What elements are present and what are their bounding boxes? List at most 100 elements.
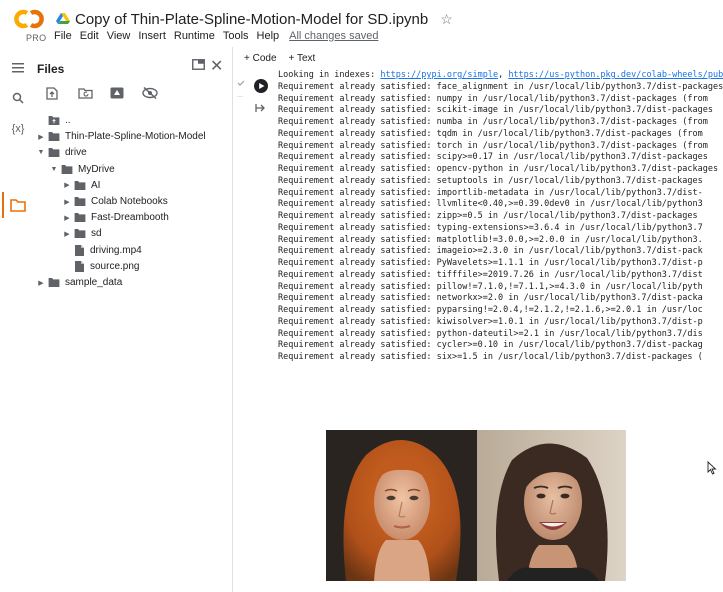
notebook-title[interactable]: Copy of Thin-Plate-Spline-Motion-Model f…	[75, 11, 428, 28]
output-line: Requirement already satisfied: six>=1.5 …	[278, 352, 703, 362]
output-line: Requirement already satisfied: llvmlite<…	[278, 199, 703, 210]
file-tree-item[interactable]: ▶ AI	[62, 178, 100, 193]
output-line: Requirement already satisfied: matplotli…	[278, 234, 703, 245]
toc-icon[interactable]	[7, 57, 29, 79]
variables-icon[interactable]: {x}	[7, 118, 29, 140]
folder-icon	[48, 278, 60, 287]
files-icon[interactable]	[8, 195, 28, 215]
folder-icon	[61, 164, 73, 174]
file-tree-label: driving.mp4	[90, 244, 142, 256]
output-line: Requirement already satisfied: scikit-im…	[278, 105, 713, 116]
source-portrait-image	[326, 430, 477, 581]
file-tree-label: MyDrive	[78, 163, 115, 175]
driving-video-frame-image	[477, 430, 626, 581]
menu-bar: File Edit View Insert Runtime Tools Help…	[54, 30, 386, 42]
output-line: Requirement already satisfied: face_alig…	[278, 81, 723, 92]
active-rail-indicator	[2, 192, 4, 218]
file-tree-item[interactable]: ▶ Fast-Dreambooth	[62, 210, 169, 225]
file-tree-item[interactable]: driving.mp4	[62, 243, 142, 258]
output-line: Requirement already satisfied: scipy>=0.…	[278, 152, 708, 163]
star-icon[interactable]: ☆	[440, 11, 453, 28]
upload-icon[interactable]	[46, 85, 78, 101]
file-tree-item[interactable]: ▼ drive	[36, 145, 87, 160]
open-in-window-icon[interactable]	[192, 59, 205, 70]
add-text-button[interactable]: + Text	[289, 53, 316, 64]
file-tree-item[interactable]: ▼ MyDrive	[49, 162, 115, 177]
cell-gutter: …	[235, 70, 273, 370]
pypi-link[interactable]: https://pypi.org/simple	[380, 70, 498, 80]
close-icon[interactable]: ✕	[210, 56, 223, 76]
output-line: Requirement already satisfied: imageio>=…	[278, 246, 703, 257]
files-panel-title: Files	[37, 62, 65, 76]
svg-text:…: …	[237, 92, 243, 99]
chevron-right-icon[interactable]: ▶	[62, 230, 72, 238]
files-panel: Files ✕ .. ▶ Thin-Plate-Spline-Motion-Mode…	[34, 47, 232, 592]
file-tree-item[interactable]: ▶ sd	[62, 226, 102, 241]
output-line: Requirement already satisfied: tifffile>…	[278, 269, 703, 280]
files-toolbar	[46, 85, 174, 101]
folder-icon	[74, 213, 86, 223]
chevron-right-icon[interactable]: ▶	[36, 133, 46, 141]
save-status-link[interactable]: All changes saved	[289, 30, 378, 42]
colab-wheels-link[interactable]: https://us-python.pkg.dev/colab-wheels/p…	[508, 70, 723, 80]
hide-files-icon[interactable]	[142, 85, 174, 101]
mouse-cursor-icon	[707, 461, 717, 475]
folder-icon	[48, 132, 60, 142]
chevron-down-icon[interactable]: ▼	[49, 166, 59, 173]
file-tree-item[interactable]: ▶ sample_data	[36, 275, 122, 290]
folder-icon	[48, 148, 60, 158]
file-tree-label: sd	[91, 228, 102, 240]
mount-drive-icon[interactable]	[110, 85, 142, 101]
output-actions-icon[interactable]	[255, 102, 267, 114]
folder-icon	[74, 229, 86, 239]
file-tree-item[interactable]: source.png	[62, 259, 139, 274]
output-line: Requirement already satisfied: pillow!=7…	[278, 281, 703, 292]
file-tree-label: Colab Notebooks	[91, 196, 168, 207]
chevron-right-icon[interactable]: ▶	[62, 181, 72, 189]
output-line: Requirement already satisfied: PyWavelet…	[278, 258, 703, 268]
refresh-icon[interactable]	[78, 85, 110, 101]
panel-resizer[interactable]	[232, 47, 233, 592]
search-icon[interactable]	[7, 87, 29, 109]
output-line: Requirement already satisfied: importlib…	[278, 187, 703, 198]
menu-file[interactable]: File	[54, 30, 72, 42]
chevron-right-icon[interactable]: ▶	[62, 214, 72, 222]
menu-help[interactable]: Help	[257, 30, 280, 42]
chevron-right-icon[interactable]: ▶	[36, 279, 46, 287]
output-line: Requirement already satisfied: tqdm in /…	[278, 128, 703, 139]
output-line: Requirement already satisfied: python-da…	[278, 328, 703, 339]
file-tree-item[interactable]: ..	[36, 113, 71, 128]
file-tree-item[interactable]: ▶ Thin-Plate-Spline-Motion-Model	[36, 129, 205, 144]
file-icon	[75, 260, 84, 272]
cell-status-icon: …	[237, 80, 245, 99]
chevron-right-icon[interactable]: ▶	[62, 198, 72, 206]
menu-edit[interactable]: Edit	[80, 30, 99, 42]
chevron-down-icon[interactable]: ▼	[36, 149, 46, 156]
output-line: Requirement already satisfied: pyparsing…	[278, 305, 703, 315]
pro-label: PRO	[26, 33, 47, 43]
colab-logo[interactable]: PRO	[8, 6, 48, 43]
file-tree-item[interactable]: ▶ Colab Notebooks	[62, 194, 168, 209]
menu-insert[interactable]: Insert	[138, 30, 166, 42]
output-line-indexes: Looking in indexes: https://pypi.org/sim…	[278, 70, 723, 82]
google-drive-icon	[56, 13, 70, 24]
output-line: Requirement already satisfied: typing-ex…	[278, 222, 703, 233]
output-lines: Requirement already satisfied: face_alig…	[278, 82, 723, 364]
menu-tools[interactable]: Tools	[223, 30, 249, 42]
add-code-button[interactable]: + Code	[244, 53, 277, 64]
parent-folder-icon	[48, 116, 60, 125]
file-tree-label: sample_data	[65, 277, 123, 288]
file-icon	[75, 244, 84, 256]
menu-view[interactable]: View	[107, 30, 131, 42]
menu-runtime[interactable]: Runtime	[174, 30, 215, 42]
output-line: Requirement already satisfied: torch in …	[278, 140, 708, 151]
output-line: Requirement already satisfied: networkx>…	[278, 293, 703, 304]
output-line: Requirement already satisfied: setuptool…	[278, 175, 703, 186]
file-tree-label: source.png	[90, 260, 140, 272]
run-cell-icon[interactable]	[254, 79, 268, 93]
left-rail: {x}	[0, 47, 34, 592]
output-line: Requirement already satisfied: kiwisolve…	[278, 316, 703, 327]
output-line: Requirement already satisfied: cycler>=0…	[278, 340, 703, 351]
colab-logo-icon	[14, 9, 44, 29]
output-line: Requirement already satisfied: opencv-py…	[278, 164, 719, 174]
